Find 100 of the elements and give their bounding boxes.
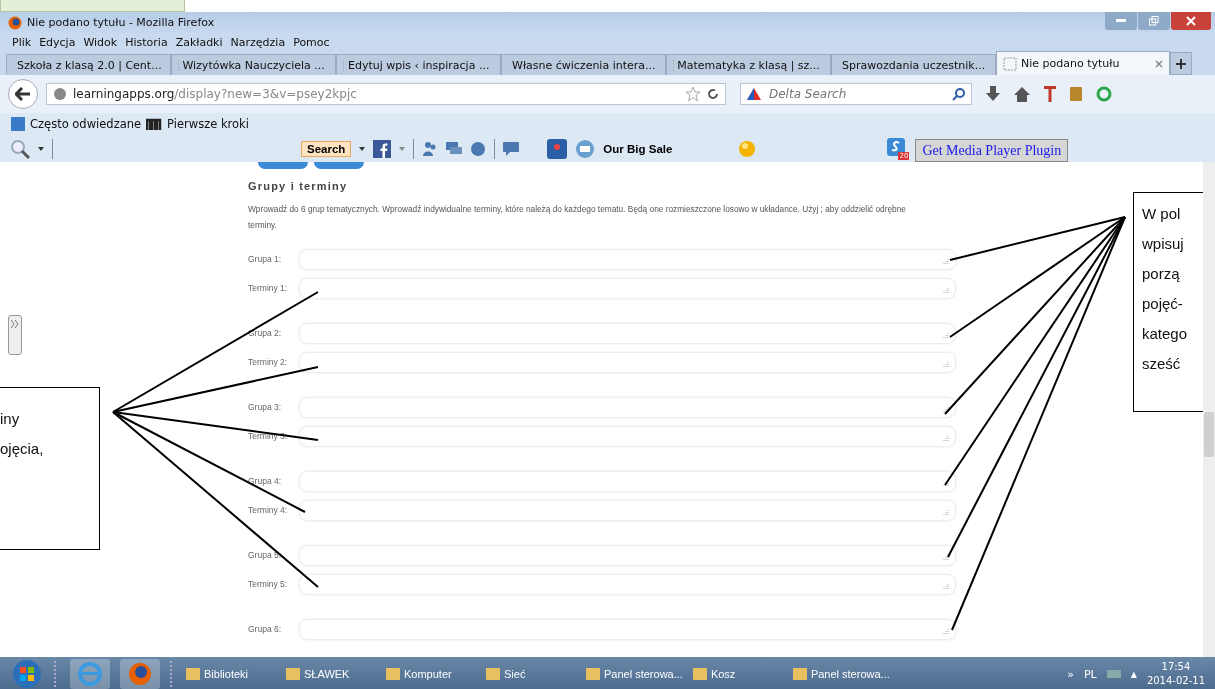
callout-text: porzą xyxy=(1142,264,1181,284)
field-label: Grupa 1: xyxy=(248,254,283,264)
page-icon xyxy=(1003,56,1017,71)
language-indicator[interactable]: PL xyxy=(1083,667,1097,681)
facebook-icon[interactable] xyxy=(373,139,392,158)
menu-item[interactable]: Zakładki xyxy=(175,35,223,49)
globe-icon[interactable] xyxy=(470,140,487,157)
browser-tab[interactable]: Matematyka z klasą | sz... xyxy=(666,54,831,75)
search-icon[interactable] xyxy=(10,138,30,159)
book-icon[interactable] xyxy=(1070,87,1082,101)
resize-handle-icon[interactable] xyxy=(943,583,949,590)
field-label: Grupa 3: xyxy=(248,402,283,412)
joystick-icon[interactable] xyxy=(547,138,568,159)
toolbar-button[interactable] xyxy=(314,162,364,169)
menu-item[interactable]: Pomoc xyxy=(293,35,330,49)
sidebar-toggle-button[interactable] xyxy=(8,315,22,355)
input-field[interactable] xyxy=(300,352,955,372)
browser-tab[interactable]: Edytuj wpis ‹ inspiracja ... xyxy=(336,54,501,75)
resize-handle-icon[interactable] xyxy=(943,480,949,487)
input-field[interactable] xyxy=(300,249,955,269)
folder-icon xyxy=(486,667,500,681)
overflow-button[interactable]: » xyxy=(1067,667,1074,681)
download-icon[interactable] xyxy=(986,86,1000,102)
resize-handle-icon[interactable] xyxy=(943,361,949,368)
menu-item[interactable]: Narzędzia xyxy=(230,35,286,49)
chat-icon[interactable] xyxy=(446,141,463,156)
input-field[interactable] xyxy=(300,574,955,594)
caret-icon[interactable] xyxy=(38,146,44,151)
input-field[interactable] xyxy=(300,545,955,565)
back-arrow-icon xyxy=(15,87,31,101)
input-field[interactable] xyxy=(300,619,955,639)
taskbar-item[interactable]: SŁAWEK xyxy=(286,667,376,681)
back-button[interactable] xyxy=(8,79,38,109)
resize-handle-icon[interactable] xyxy=(943,406,949,413)
plus-icon xyxy=(1176,58,1186,69)
search-field[interactable]: Delta Search xyxy=(740,83,972,105)
menu-item[interactable]: Edycja xyxy=(39,35,76,49)
taskbar-item[interactable]: Panel sterowa... xyxy=(792,667,890,681)
keyboard-icon[interactable] xyxy=(1106,670,1121,678)
new-tab-button[interactable] xyxy=(1170,52,1192,75)
address-bar[interactable]: learningapps.org/display?new=3&v=psey2kpjc xyxy=(46,83,726,105)
menu-item[interactable]: Historia xyxy=(125,35,168,49)
taskbar-item[interactable]: Komputer xyxy=(386,667,476,681)
taskbar-item[interactable]: Panel sterowa... xyxy=(586,667,683,681)
input-field[interactable] xyxy=(300,397,955,417)
resize-handle-icon[interactable] xyxy=(943,287,949,294)
firefox-icon[interactable] xyxy=(120,659,160,689)
taskbar-item[interactable]: Biblioteki xyxy=(186,667,276,681)
folder-icon xyxy=(386,667,400,681)
sale-link[interactable]: Our Big Sale xyxy=(603,142,673,155)
sun-icon[interactable] xyxy=(738,139,757,158)
field-label: Terminy 5: xyxy=(248,579,289,589)
close-button[interactable] xyxy=(1171,12,1211,30)
input-field[interactable] xyxy=(300,471,955,491)
input-field[interactable] xyxy=(300,426,955,446)
browser-tab[interactable]: Wizytówka Nauczyciela ... xyxy=(171,54,336,75)
resize-handle-icon[interactable] xyxy=(943,509,949,516)
minimize-button[interactable] xyxy=(1105,12,1137,30)
resize-handle-icon[interactable] xyxy=(943,628,949,635)
menu-item[interactable]: Plik xyxy=(12,35,32,49)
cart-icon[interactable] xyxy=(575,138,596,159)
folder-icon xyxy=(186,667,200,681)
restore-button[interactable] xyxy=(1138,12,1170,30)
taskbar-item[interactable]: Kosz xyxy=(692,667,783,681)
browser-e-icon[interactable] xyxy=(70,659,110,689)
speech-bubble-icon[interactable] xyxy=(503,141,520,156)
start-button[interactable] xyxy=(10,659,44,689)
reload-icon[interactable] xyxy=(707,88,719,100)
input-field[interactable] xyxy=(300,278,955,298)
menu-item[interactable]: Widok xyxy=(83,35,118,49)
section-title: Grupy i terminy xyxy=(248,180,349,192)
scrollbar-thumb[interactable] xyxy=(1204,412,1214,457)
resize-handle-icon[interactable] xyxy=(943,258,949,265)
letter-t-icon[interactable] xyxy=(1044,86,1056,102)
resize-handle-icon[interactable] xyxy=(943,435,949,442)
field-label: Grupa 2: xyxy=(248,328,283,338)
field-label: Grupa 6: xyxy=(248,624,283,634)
home-icon[interactable] xyxy=(1014,86,1030,102)
browser-tab[interactable]: Własne ćwiczenia intera... xyxy=(501,54,666,75)
input-field[interactable] xyxy=(300,500,955,520)
input-field[interactable] xyxy=(300,323,955,343)
bookmark-page-icon xyxy=(11,117,25,131)
folder-icon xyxy=(286,667,300,681)
plugin-button[interactable]: Get Media Player Plugin xyxy=(915,139,1069,162)
toolbar-button[interactable] xyxy=(258,162,308,169)
resize-handle-icon[interactable] xyxy=(943,554,949,561)
browser-tab[interactable]: Sprawozdania uczestnik... xyxy=(831,54,996,75)
search-button[interactable]: Search xyxy=(301,140,352,157)
search-icon[interactable] xyxy=(952,87,966,101)
bookmark-link[interactable]: Pierwsze kroki xyxy=(167,117,249,131)
star-icon[interactable] xyxy=(685,86,701,102)
clock[interactable]: 17:54 2014-02-11 xyxy=(1146,660,1205,688)
taskbar-item[interactable]: Sieć xyxy=(486,667,576,681)
ring-icon[interactable] xyxy=(1096,86,1112,102)
browser-tab[interactable]: Nie podano tytułu xyxy=(996,51,1170,75)
tray-expand-button[interactable]: ▲ xyxy=(1130,669,1137,679)
bookmark-link[interactable]: Często odwiedzane xyxy=(30,117,142,131)
resize-handle-icon[interactable] xyxy=(943,332,949,339)
caret-icon[interactable] xyxy=(359,146,366,151)
browser-tab[interactable]: Szkoła z klasą 2.0 | Cent... xyxy=(6,54,171,75)
